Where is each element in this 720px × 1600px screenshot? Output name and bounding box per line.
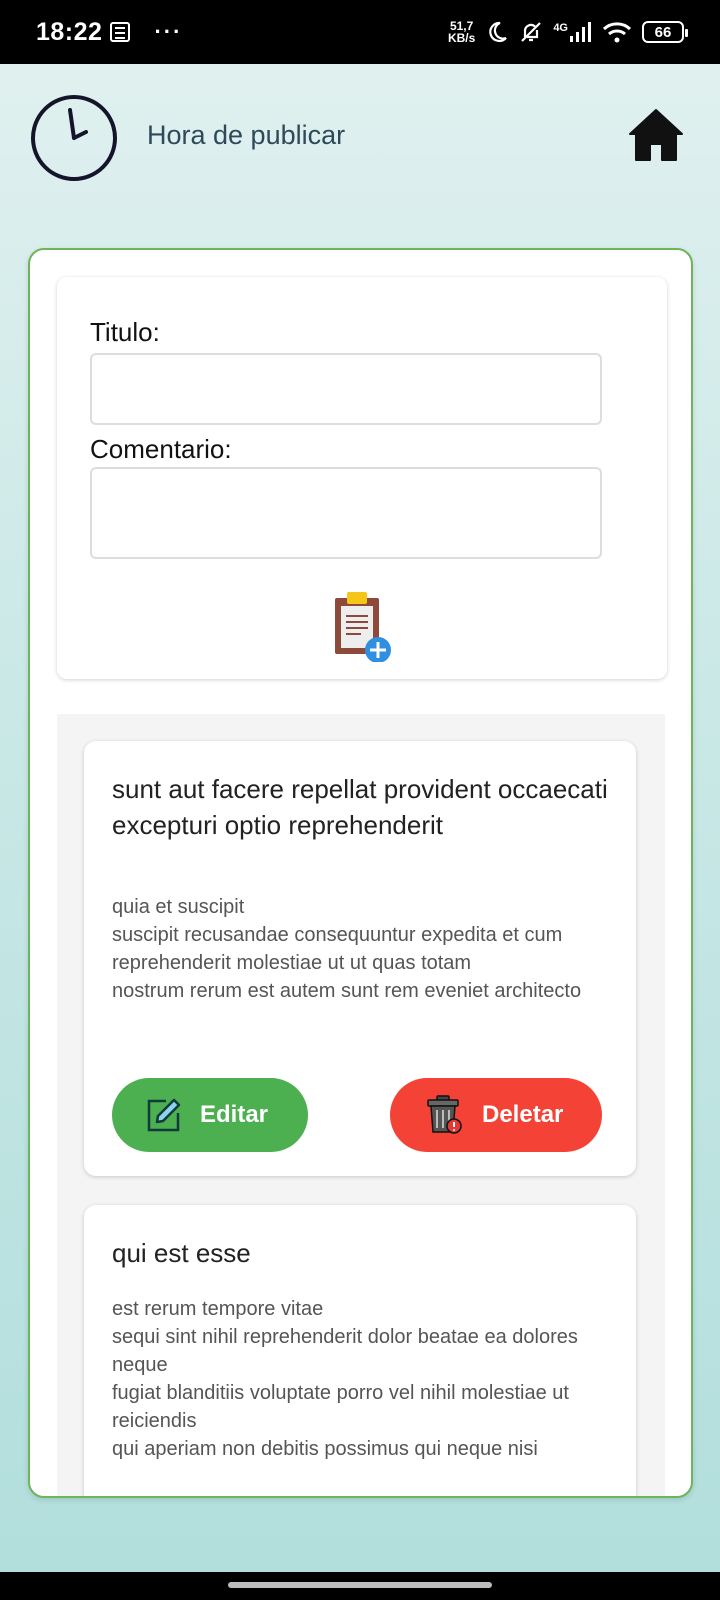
bell-off-icon (521, 22, 542, 42)
trash-icon (427, 1095, 462, 1134)
edit-button[interactable]: Editar (112, 1078, 308, 1152)
navigation-bar (0, 1572, 720, 1600)
post-body-line: sequi sint nihil reprehenderit dolor bea… (112, 1326, 578, 1376)
network-type: 4G (553, 22, 568, 34)
home-icon[interactable] (628, 108, 684, 162)
app-header: Hora de publicar (0, 64, 720, 214)
post-card: sunt aut facere repellat provident occae… (84, 741, 636, 1176)
comment-input[interactable] (90, 467, 602, 559)
more-notifications-indicator: ··· (154, 19, 183, 44)
cell-signal-icon: 4G (553, 22, 592, 42)
post-title: sunt aut facere repellat provident occae… (112, 774, 608, 840)
clock-icon (31, 95, 117, 181)
post-body: quia et suscipit suscipit recusandae con… (112, 893, 612, 1005)
moon-icon (489, 21, 508, 43)
battery-indicator: 66 (642, 21, 688, 43)
status-time: 18:22 (36, 17, 103, 46)
wifi-icon (602, 22, 632, 43)
status-icons: 51,7 KB/s 4G 66 (448, 20, 688, 44)
post-body-line: qui aperiam non debitis possimus qui neq… (112, 1438, 538, 1460)
title-input[interactable] (90, 353, 602, 425)
network-speed-unit: KB/s (447, 31, 476, 45)
post-card: qui est esse est rerum tempore vitae seq… (84, 1205, 636, 1496)
post-title: qui est esse (112, 1238, 251, 1268)
comment-label: Comentario: (90, 434, 232, 464)
network-speed: 51,7 KB/s (448, 20, 475, 44)
main-card: Titulo: Comentario: sunt aut facere repe… (28, 248, 693, 1498)
post-form: Titulo: Comentario: (57, 277, 667, 679)
post-body-line: est rerum tempore vitae (112, 1298, 324, 1320)
title-label: Titulo: (90, 317, 160, 347)
delete-button[interactable]: Deletar (390, 1078, 602, 1152)
post-body-line: nostrum rerum est autem sunt rem eveniet… (112, 980, 582, 1002)
clipboard-add-icon[interactable] (331, 590, 393, 662)
delete-button-label: Deletar (482, 1101, 564, 1128)
edit-icon (147, 1098, 181, 1132)
news-notification-icon (110, 22, 131, 42)
page-title: Hora de publicar (147, 120, 346, 150)
post-body-line: suscipit recusandae consequuntur expedit… (112, 924, 563, 946)
posts-list[interactable]: sunt aut facere repellat provident occae… (57, 714, 665, 1496)
edit-button-label: Editar (200, 1101, 269, 1128)
post-body-line: reprehenderit molestiae ut ut quas totam (112, 952, 472, 974)
status-bar: 18:22 ··· 51,7 KB/s 4G 66 (0, 0, 720, 64)
post-body: est rerum tempore vitae sequi sint nihil… (112, 1295, 612, 1463)
home-gesture-handle[interactable] (228, 1582, 492, 1588)
post-body-line: quia et suscipit (112, 896, 245, 918)
post-body-line: fugiat blanditiis voluptate porro vel ni… (112, 1382, 569, 1432)
